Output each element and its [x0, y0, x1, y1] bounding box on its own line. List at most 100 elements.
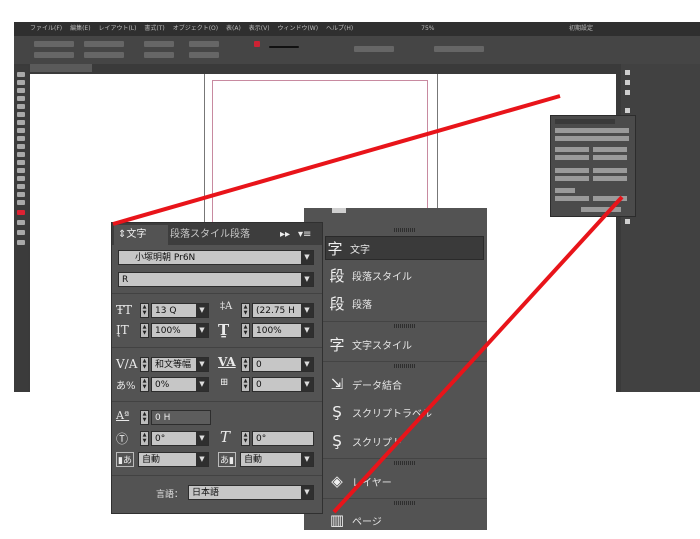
skew-stepper[interactable]: ▲ ▼ [241, 431, 250, 446]
vertical-scale-field[interactable]: 100% ▼ [151, 323, 209, 338]
menu-file[interactable]: ファイル(F) [30, 22, 62, 36]
rectangle-tool-icon[interactable] [17, 144, 25, 149]
chevron-down-icon[interactable]: ▼ [196, 453, 208, 466]
frame-fitting[interactable] [354, 46, 394, 52]
list-item-script[interactable]: Ş スクリプト [328, 430, 485, 452]
zoom-level[interactable]: 75% [421, 22, 434, 36]
page-tool-icon[interactable] [17, 88, 25, 93]
object-style[interactable] [434, 46, 484, 52]
chevron-down-icon[interactable]: ▼ [301, 304, 313, 317]
baseline-shift-stepper[interactable]: ▲ ▼ [140, 410, 149, 425]
chevron-down-icon[interactable]: ▼ [196, 304, 208, 317]
dock-item[interactable] [625, 108, 630, 113]
panel-grip[interactable] [394, 501, 416, 505]
chevron-down-icon[interactable]: ▼ [301, 273, 313, 286]
stroke-weight[interactable] [269, 46, 299, 48]
language-field[interactable]: 日本語 ▼ [188, 485, 314, 500]
direct-selection-tool-icon[interactable] [17, 80, 25, 85]
panel-grip[interactable] [394, 461, 416, 465]
mojikumi-field[interactable]: 0 ▼ [252, 377, 314, 392]
panel-grip[interactable] [394, 228, 416, 232]
list-item-paragraph-style[interactable]: 段 段落スタイル [328, 264, 485, 286]
hand-tool-icon[interactable] [17, 192, 25, 197]
shear-field[interactable] [189, 52, 219, 58]
workspace-switcher[interactable]: 初期設定 [569, 22, 593, 36]
chevron-down-icon[interactable]: ▼ [196, 432, 208, 445]
menu-table[interactable]: 表(A) [226, 22, 241, 36]
apply-color-icon[interactable] [17, 230, 25, 235]
scale-y-field[interactable] [144, 52, 174, 58]
menu-type[interactable]: 書式(T) [144, 22, 164, 36]
h-field[interactable] [84, 52, 124, 58]
list-item-character[interactable]: 字 文字 [325, 236, 484, 260]
x-field[interactable] [34, 41, 74, 47]
dock-item[interactable] [625, 219, 630, 224]
chevron-down-icon[interactable]: ▼ [196, 358, 208, 371]
chevron-down-icon[interactable]: ▼ [301, 453, 313, 466]
rotate-field[interactable] [189, 41, 219, 47]
chevron-down-icon[interactable]: ▼ [196, 324, 208, 337]
note-tool-icon[interactable] [17, 176, 25, 181]
chevron-down-icon[interactable]: ▼ [301, 486, 313, 499]
leading-stepper[interactable]: ▲ ▼ [241, 303, 250, 318]
scale-x-field[interactable] [144, 41, 174, 47]
skew-field[interactable]: 0° [252, 431, 314, 446]
panel-grip[interactable] [394, 364, 416, 368]
aki-after-field[interactable]: 自動 ▼ [240, 452, 314, 467]
y-field[interactable] [34, 52, 74, 58]
vertical-scale-stepper[interactable]: ▲ ▼ [140, 323, 149, 338]
eyedropper-tool-icon[interactable] [17, 184, 25, 189]
list-item-data-merge[interactable]: ⇲ データ結合 [328, 373, 485, 395]
chevron-down-icon[interactable]: ▼ [301, 324, 313, 337]
menu-view[interactable]: 表示(V) [249, 22, 270, 36]
dock-item[interactable] [625, 80, 630, 85]
menu-edit[interactable]: 編集(E) [70, 22, 90, 36]
scissors-tool-icon[interactable] [17, 152, 25, 157]
baseline-shift-field[interactable]: 0 H [151, 410, 211, 425]
pencil-tool-icon[interactable] [17, 128, 25, 133]
chevron-down-icon[interactable]: ▼ [301, 358, 313, 371]
line-tool-icon[interactable] [17, 112, 25, 117]
menu-layout[interactable]: レイアウト(L) [98, 22, 136, 36]
kerning-stepper[interactable]: ▲ ▼ [140, 357, 149, 372]
menu-window[interactable]: ウィンドウ(W) [277, 22, 318, 36]
leading-field[interactable]: (22.75 H ▼ [252, 303, 314, 318]
rotation-field[interactable]: 0° ▼ [151, 431, 209, 446]
list-item-layers[interactable]: ◈ レイヤー [328, 470, 485, 492]
zoom-tool-icon[interactable] [17, 200, 25, 205]
list-item-pages[interactable]: ▥ ページ [328, 509, 485, 530]
tsume-stepper[interactable]: ▲ ▼ [140, 377, 149, 392]
aki-before-field[interactable]: 自動 ▼ [138, 452, 209, 467]
pen-tool-icon[interactable] [17, 120, 25, 125]
list-item-paragraph[interactable]: 段 段落 [328, 292, 485, 314]
rectangle-frame-tool-icon[interactable] [17, 136, 25, 141]
free-transform-tool-icon[interactable] [17, 160, 25, 165]
kerning-field[interactable]: 和文等幅 ▼ [151, 357, 209, 372]
mojikumi-stepper[interactable]: ▲ ▼ [241, 377, 250, 392]
gradient-tool-icon[interactable] [17, 168, 25, 173]
horizontal-scale-stepper[interactable]: ▲ ▼ [241, 323, 250, 338]
dock-item[interactable] [625, 90, 630, 95]
formatting-container-icon[interactable] [17, 220, 25, 225]
fill-stroke-icon[interactable] [17, 210, 25, 215]
horizontal-scale-field[interactable]: 100% ▼ [252, 323, 314, 338]
panel-menu-icon[interactable]: ▾≡ [298, 225, 311, 245]
list-item-character-style[interactable]: 字 文字スタイル [328, 333, 485, 355]
collapse-icon[interactable]: ▸▸ [280, 225, 290, 245]
tab-character[interactable]: ⇕文字 [114, 225, 168, 245]
tracking-stepper[interactable]: ▲ ▼ [241, 357, 250, 372]
menu-help[interactable]: ヘルプ(H) [326, 22, 353, 36]
tab-paragraph[interactable]: 段落 [230, 225, 250, 245]
selection-tool-icon[interactable] [17, 72, 25, 77]
dock-item[interactable] [625, 70, 630, 75]
tsume-field[interactable]: 0% ▼ [151, 377, 209, 392]
font-size-stepper[interactable]: ▲ ▼ [140, 303, 149, 318]
chevron-down-icon[interactable]: ▼ [301, 251, 313, 264]
screen-mode-icon[interactable] [17, 240, 25, 245]
document-tab[interactable] [30, 64, 92, 72]
gap-tool-icon[interactable] [17, 96, 25, 101]
list-item-script-label[interactable]: Ş スクリプトラベル [328, 401, 485, 423]
chevron-down-icon[interactable]: ▼ [196, 378, 208, 391]
tracking-field[interactable]: 0 ▼ [252, 357, 314, 372]
w-field[interactable] [84, 41, 124, 47]
